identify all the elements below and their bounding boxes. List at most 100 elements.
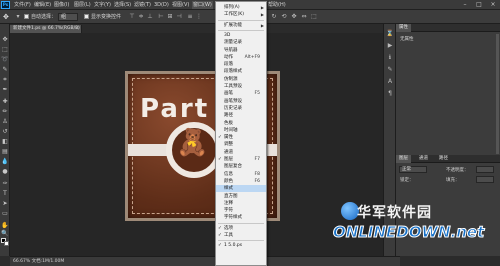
3d-rotate-icon[interactable]: ↻ [270,13,278,21]
window-menu-item[interactable]: 画笔 F5 [216,90,266,97]
menu-type[interactable]: 文字(Y) [94,1,111,9]
stamp-tool-icon[interactable]: ♙ [1,118,9,126]
type-tool-icon[interactable]: T [1,190,9,198]
window-menu-item[interactable]: 扩展功能 ▶ [216,22,266,29]
properties-scrollbar[interactable] [496,34,499,154]
align-right-icon[interactable]: ⊣ [175,13,183,21]
brush-panel-icon[interactable]: ✎ [386,66,394,74]
dodge-tool-icon[interactable]: ● [1,168,9,176]
tab-paths[interactable]: 路径 [436,155,451,163]
window-menu-item[interactable]: 历史记录 [216,105,266,112]
menu-window[interactable]: 窗口(W) [192,1,213,9]
marquee-tool-icon[interactable]: ⬚ [1,46,9,54]
menu-view[interactable]: 视图(V) [172,1,189,9]
3d-scale-icon[interactable]: ⬚ [310,13,318,21]
window-menu-item[interactable]: 测量记录 [216,39,266,46]
menu-file[interactable]: 文件(F) [14,1,31,9]
lasso-tool-icon[interactable]: ➰ [1,56,9,64]
window-menu-item[interactable]: 通道 [216,149,266,156]
window-menu-item[interactable]: 3D [216,32,266,39]
path-select-tool-icon[interactable]: ➤ [1,200,9,208]
quick-select-tool-icon[interactable]: ✎ [1,66,9,74]
move-tool-icon[interactable]: ✥ [3,13,11,21]
character-panel-icon[interactable]: A [386,78,394,86]
tab-properties[interactable]: 属性 [396,24,411,32]
eraser-tool-icon[interactable]: ◧ [1,138,9,146]
align-middle-icon[interactable]: ≑ [137,13,145,21]
window-menu-item[interactable]: 段落 [216,61,266,68]
window-menu-item[interactable]: 段落样式 [216,68,266,75]
window-menu-item[interactable]: 直方图 [216,193,266,200]
brush-tool-icon[interactable]: ✏ [1,108,9,116]
close-button[interactable]: × [486,0,500,10]
fill-field[interactable] [476,176,494,183]
window-menu-item[interactable]: 时间轴 [216,127,266,134]
close-tab-icon[interactable]: × [75,25,79,33]
window-menu-item[interactable]: 字符样式 [216,214,266,221]
shape-tool-icon[interactable]: ▭ [1,210,9,218]
history-panel-icon[interactable]: ⌛ [386,30,394,38]
window-menu-item[interactable]: 画笔预设 [216,98,266,105]
window-menu-item[interactable]: ✓ 属性 [216,134,266,141]
gradient-tool-icon[interactable]: ▤ [1,148,9,156]
minimize-button[interactable]: – [458,0,472,10]
window-menu-item[interactable]: 导航器 [216,47,266,54]
distribute-icon[interactable]: ≡ [186,13,194,21]
move-tool-icon[interactable]: ✥ [1,36,9,44]
dropdown-arrow-icon[interactable]: ▾ [14,13,22,21]
window-menu-item[interactable]: ✓ 工具 [216,232,266,239]
paragraph-panel-icon[interactable]: ¶ [386,90,394,98]
hand-tool-icon[interactable]: ✋ [1,222,9,230]
document-tab[interactable]: 新建文件1.ps @ 66.7%(RGB/8) × [10,25,82,33]
window-menu-item[interactable]: 工作区(K) ▶ [216,11,266,18]
menu-3d[interactable]: 3D(D) [154,1,169,9]
3d-slide-icon[interactable]: ⇔ [300,13,308,21]
zoom-tool-icon[interactable]: 🔍 [1,230,9,238]
window-menu-item[interactable]: 图层复合 [216,163,266,170]
align-bottom-icon[interactable]: ⊥ [146,13,154,21]
window-menu-item[interactable]: 颜色 F6 [216,178,266,185]
3d-pan-icon[interactable]: ✥ [290,13,298,21]
align-left-icon[interactable]: ⊢ [157,13,165,21]
show-transform-checkbox[interactable] [84,14,89,19]
window-menu-item[interactable]: 仿制源 [216,76,266,83]
auto-select-dropdown[interactable]: 组 [58,13,78,21]
healing-tool-icon[interactable]: ✚ [1,98,9,106]
menu-layer[interactable]: 图层(L) [74,1,91,9]
window-menu-item[interactable]: 样式 [216,185,266,193]
history-brush-tool-icon[interactable]: ↺ [1,128,9,136]
align-top-icon[interactable]: ⊤ [128,13,136,21]
align-center-icon[interactable]: ⊞ [166,13,174,21]
crop-tool-icon[interactable]: ⌗ [1,76,9,84]
window-menu-item[interactable]: ✓ 图层 F7 [216,156,266,163]
window-menu-item[interactable]: 路径 [216,112,266,119]
window-menu-item[interactable]: 调整 [216,141,266,148]
window-menu-item[interactable]: ✓ 1 5.0.ps [216,242,266,249]
window-menu-item[interactable]: 注释 [216,200,266,207]
window-menu-item[interactable]: 字符 [216,207,266,214]
menu-select[interactable]: 选择(S) [114,1,131,9]
background-color-swatch[interactable] [4,241,9,246]
tab-channels[interactable]: 通道 [416,155,431,163]
window-menu-item[interactable]: 信息 F8 [216,171,266,178]
window-menu-item[interactable]: ✓ 选项 [216,225,266,232]
window-menu-item[interactable]: 动作 Alt+F9 [216,54,266,61]
window-menu-item[interactable]: 工具预设 [216,83,266,90]
blur-tool-icon[interactable]: 💧 [1,158,9,166]
menu-image[interactable]: 图像(I) [54,1,69,9]
tab-layers[interactable]: 图层 [396,155,411,163]
menu-edit[interactable]: 编辑(E) [34,1,51,9]
distribute-2-icon[interactable]: ⋮ [195,13,203,21]
menu-help[interactable]: 帮助(H) [268,1,286,9]
3d-roll-icon[interactable]: ⟲ [280,13,288,21]
info-panel-icon[interactable]: ℹ [386,54,394,62]
auto-select-checkbox[interactable] [24,14,29,19]
window-menu-item[interactable]: 排列(A) ▶ [216,4,266,11]
blend-mode-select[interactable]: 正常 [399,166,427,173]
opacity-field[interactable] [476,166,494,173]
eyedropper-tool-icon[interactable]: ✒ [1,86,9,94]
maximize-button[interactable]: □ [472,0,486,10]
window-menu-item[interactable]: 色板 [216,120,266,127]
pen-tool-icon[interactable]: ✑ [1,180,9,188]
menu-filter[interactable]: 滤镜(T) [134,1,151,9]
